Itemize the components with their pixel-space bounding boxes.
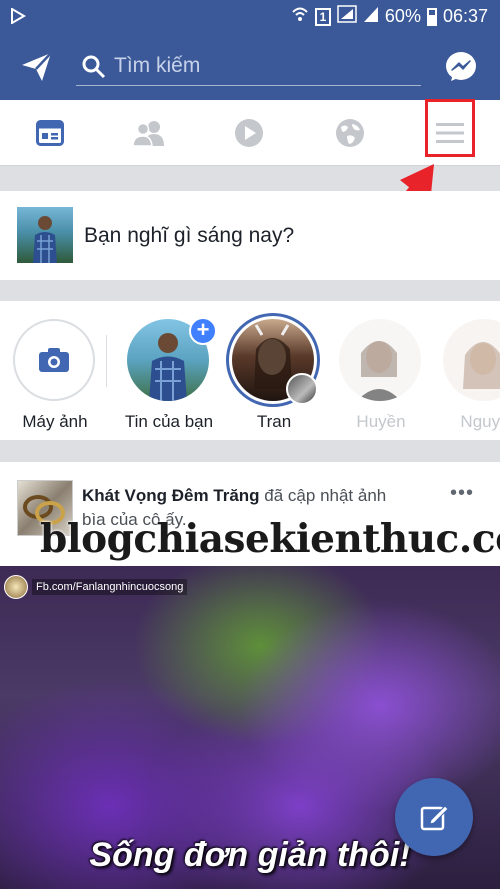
more-options-icon[interactable]: ••• (450, 482, 474, 505)
page-logo-icon (4, 575, 28, 599)
story-own[interactable]: + Tin của bạn (121, 317, 217, 431)
search-icon (82, 55, 106, 84)
composer-prompt[interactable]: Bạn nghĩ gì sáng nay? (84, 224, 294, 248)
compose-post-button[interactable] (395, 778, 473, 856)
top-header (0, 33, 500, 100)
tab-news-feed[interactable] (30, 116, 70, 150)
stories-tray: Máy ảnh + Tin của bạn Tran Huyền Nguye (0, 301, 500, 440)
send-icon[interactable] (20, 51, 54, 83)
image-tag: Fb.com/Fanlangnhincuocsong (4, 574, 188, 600)
search-input[interactable] (114, 52, 414, 80)
add-story-icon[interactable]: + (189, 317, 217, 345)
friends-icon (132, 121, 164, 147)
sim-icon: 1 (314, 7, 331, 26)
edit-icon (420, 805, 449, 831)
story-thumbnail (286, 373, 318, 405)
image-tag-text: Fb.com/Fanlangnhincuocsong (32, 579, 188, 595)
avatar[interactable] (443, 319, 500, 401)
divider (106, 335, 107, 387)
search-bar[interactable] (76, 48, 421, 86)
status-bar: 1 60% 06:37 (0, 0, 500, 33)
avatar[interactable] (339, 319, 421, 401)
post-author[interactable]: Khát Vọng Đêm Trăng (82, 486, 260, 505)
menu-highlight-box (425, 99, 475, 157)
signal-2-icon (363, 5, 379, 28)
camera-icon (39, 348, 69, 372)
status-composer[interactable]: Bạn nghĩ gì sáng nay? (0, 191, 500, 280)
play-store-icon (10, 7, 26, 29)
battery-percent: 60% (384, 6, 421, 26)
messenger-icon[interactable] (444, 50, 478, 84)
story-friend[interactable]: Nguye (437, 319, 500, 431)
signal-icon (337, 5, 357, 28)
play-icon (235, 119, 263, 147)
newsfeed-icon (36, 120, 64, 146)
story-label: Nguye (460, 412, 500, 431)
globe-icon (336, 119, 364, 147)
watermark: blogchiasekienthuc.com (40, 516, 500, 562)
avatar[interactable] (17, 207, 73, 263)
tab-friends[interactable] (129, 116, 169, 150)
battery-icon (426, 7, 437, 26)
tab-watch[interactable] (229, 116, 269, 150)
camera-button[interactable] (13, 319, 95, 401)
tab-notifications[interactable] (330, 116, 370, 150)
wifi-icon (291, 5, 309, 28)
story-camera[interactable]: Máy ảnh (7, 319, 103, 431)
story-friend[interactable]: Huyền (333, 319, 429, 431)
story-friend[interactable]: Tran (226, 313, 322, 431)
clock: 06:37 (442, 6, 488, 26)
